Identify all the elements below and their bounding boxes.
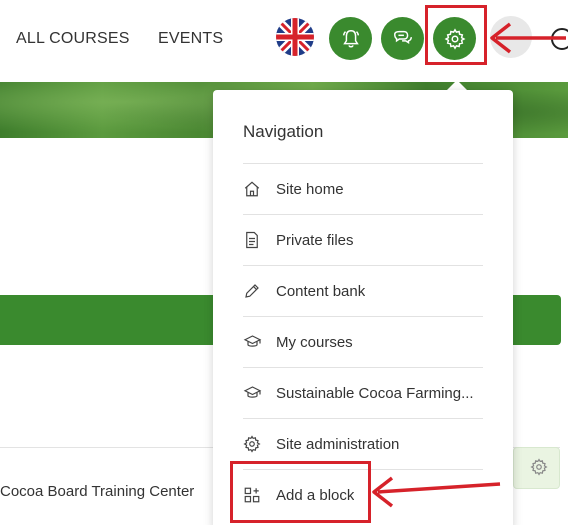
graduation-cap-icon: [243, 333, 276, 351]
menu-item-label: Site home: [276, 180, 344, 198]
menu-item-label: My courses: [276, 333, 353, 351]
menu-item-label: Content bank: [276, 282, 366, 300]
file-icon: [243, 231, 276, 249]
annotation-arrow-icon: [372, 476, 501, 508]
menu-item-content-bank[interactable]: Content bank: [243, 265, 483, 316]
pencil-icon: [243, 282, 276, 300]
menu-item-private-files[interactable]: Private files: [243, 214, 483, 265]
graduation-cap-icon: [243, 384, 276, 402]
notifications-button[interactable]: [329, 17, 372, 60]
nav-all-courses[interactable]: ALL COURSES: [16, 30, 130, 48]
dropdown-title: Navigation: [243, 122, 324, 141]
gear-icon[interactable]: [530, 458, 548, 476]
menu-item-label: Sustainable Cocoa Farming...: [276, 384, 474, 402]
menu-item-label: Private files: [276, 231, 354, 249]
annotation-highlight-gear: [425, 5, 487, 65]
annotation-arrow-icon: [490, 22, 566, 54]
annotation-highlight-add-block: [230, 461, 371, 523]
uk-flag-icon[interactable]: [276, 18, 314, 56]
bell-icon: [342, 29, 359, 48]
nav-events[interactable]: EVENTS: [158, 30, 223, 48]
chat-icon: [393, 30, 412, 44]
messages-button[interactable]: [381, 17, 424, 60]
home-icon: [243, 180, 276, 198]
menu-item-sustainable-cocoa-farming[interactable]: Sustainable Cocoa Farming...: [243, 367, 483, 418]
menu-item-label: Site administration: [276, 435, 400, 453]
gear-icon: [243, 435, 276, 453]
menu-item-my-courses[interactable]: My courses: [243, 316, 483, 367]
dropdown-pointer: [447, 80, 467, 90]
board-label[interactable]: Cocoa Board Training Center: [0, 483, 194, 500]
menu-item-site-home[interactable]: Site home: [243, 163, 483, 214]
